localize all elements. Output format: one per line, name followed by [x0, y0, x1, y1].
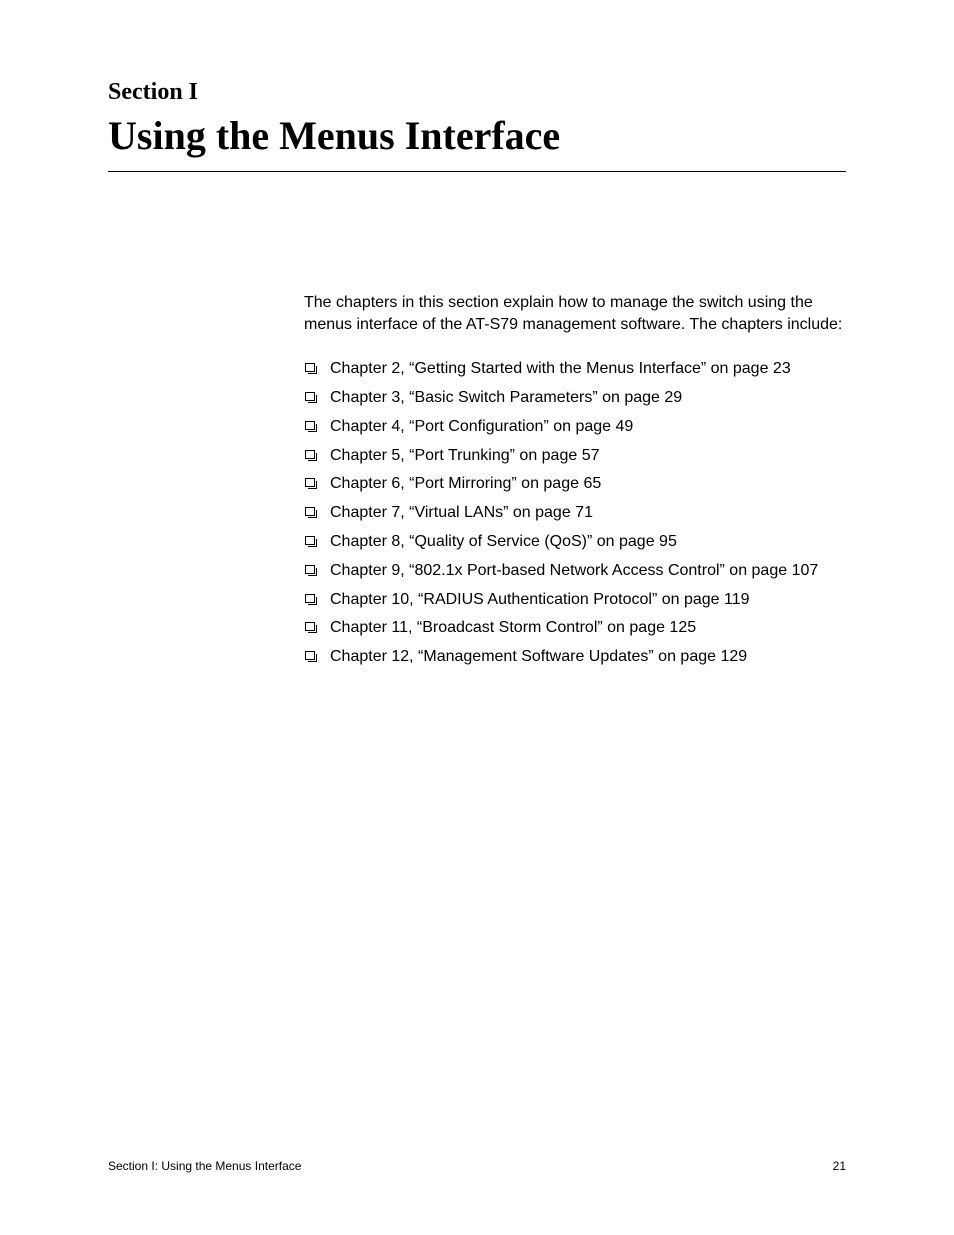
chapter-item: Chapter 11, “Broadcast Storm Control” on… — [304, 618, 846, 639]
chapter-item: Chapter 9, “802.1x Port-based Network Ac… — [304, 561, 846, 582]
chapter-item-text: Chapter 7, “Virtual LANs” on page 71 — [330, 504, 593, 521]
intro-paragraph: The chapters in this section explain how… — [304, 292, 846, 335]
bullet-icon — [305, 594, 315, 603]
chapter-item-text: Chapter 12, “Management Software Updates… — [330, 648, 747, 665]
chapter-item-text: Chapter 8, “Quality of Service (QoS)” on… — [330, 533, 677, 550]
bullet-icon — [305, 622, 315, 631]
bullet-icon — [305, 363, 315, 372]
chapter-item-text: Chapter 11, “Broadcast Storm Control” on… — [330, 619, 696, 636]
chapter-item-text: Chapter 2, “Getting Started with the Men… — [330, 360, 791, 377]
chapter-item-text: Chapter 6, “Port Mirroring” on page 65 — [330, 475, 601, 492]
page-container: Section I Using the Menus Interface The … — [0, 0, 954, 668]
chapter-item: Chapter 10, “RADIUS Authentication Proto… — [304, 590, 846, 611]
bullet-icon — [305, 507, 315, 516]
chapter-item: Chapter 12, “Management Software Updates… — [304, 647, 846, 668]
footer-left-text: Section I: Using the Menus Interface — [108, 1159, 301, 1173]
chapter-item-text: Chapter 5, “Port Trunking” on page 57 — [330, 447, 600, 464]
chapter-item-text: Chapter 10, “RADIUS Authentication Proto… — [330, 591, 750, 608]
bullet-icon — [305, 450, 315, 459]
body-content: The chapters in this section explain how… — [304, 292, 846, 668]
chapter-item: Chapter 2, “Getting Started with the Men… — [304, 359, 846, 380]
chapter-item: Chapter 6, “Port Mirroring” on page 65 — [304, 474, 846, 495]
bullet-icon — [305, 536, 315, 545]
bullet-icon — [305, 478, 315, 487]
bullet-icon — [305, 392, 315, 401]
chapter-item-text: Chapter 3, “Basic Switch Parameters” on … — [330, 389, 682, 406]
page-footer: Section I: Using the Menus Interface 21 — [108, 1159, 846, 1173]
chapter-item: Chapter 7, “Virtual LANs” on page 71 — [304, 503, 846, 524]
bullet-icon — [305, 565, 315, 574]
chapter-item: Chapter 3, “Basic Switch Parameters” on … — [304, 388, 846, 409]
chapter-item: Chapter 5, “Port Trunking” on page 57 — [304, 446, 846, 467]
bullet-icon — [305, 421, 315, 430]
chapter-item: Chapter 4, “Port Configuration” on page … — [304, 417, 846, 438]
chapter-item-text: Chapter 9, “802.1x Port-based Network Ac… — [330, 562, 818, 579]
section-title: Using the Menus Interface — [108, 112, 846, 172]
page-number: 21 — [833, 1159, 846, 1173]
chapter-item: Chapter 8, “Quality of Service (QoS)” on… — [304, 532, 846, 553]
chapter-item-text: Chapter 4, “Port Configuration” on page … — [330, 418, 633, 435]
chapter-list: Chapter 2, “Getting Started with the Men… — [304, 359, 846, 668]
section-label: Section I — [108, 79, 846, 106]
bullet-icon — [305, 651, 315, 660]
